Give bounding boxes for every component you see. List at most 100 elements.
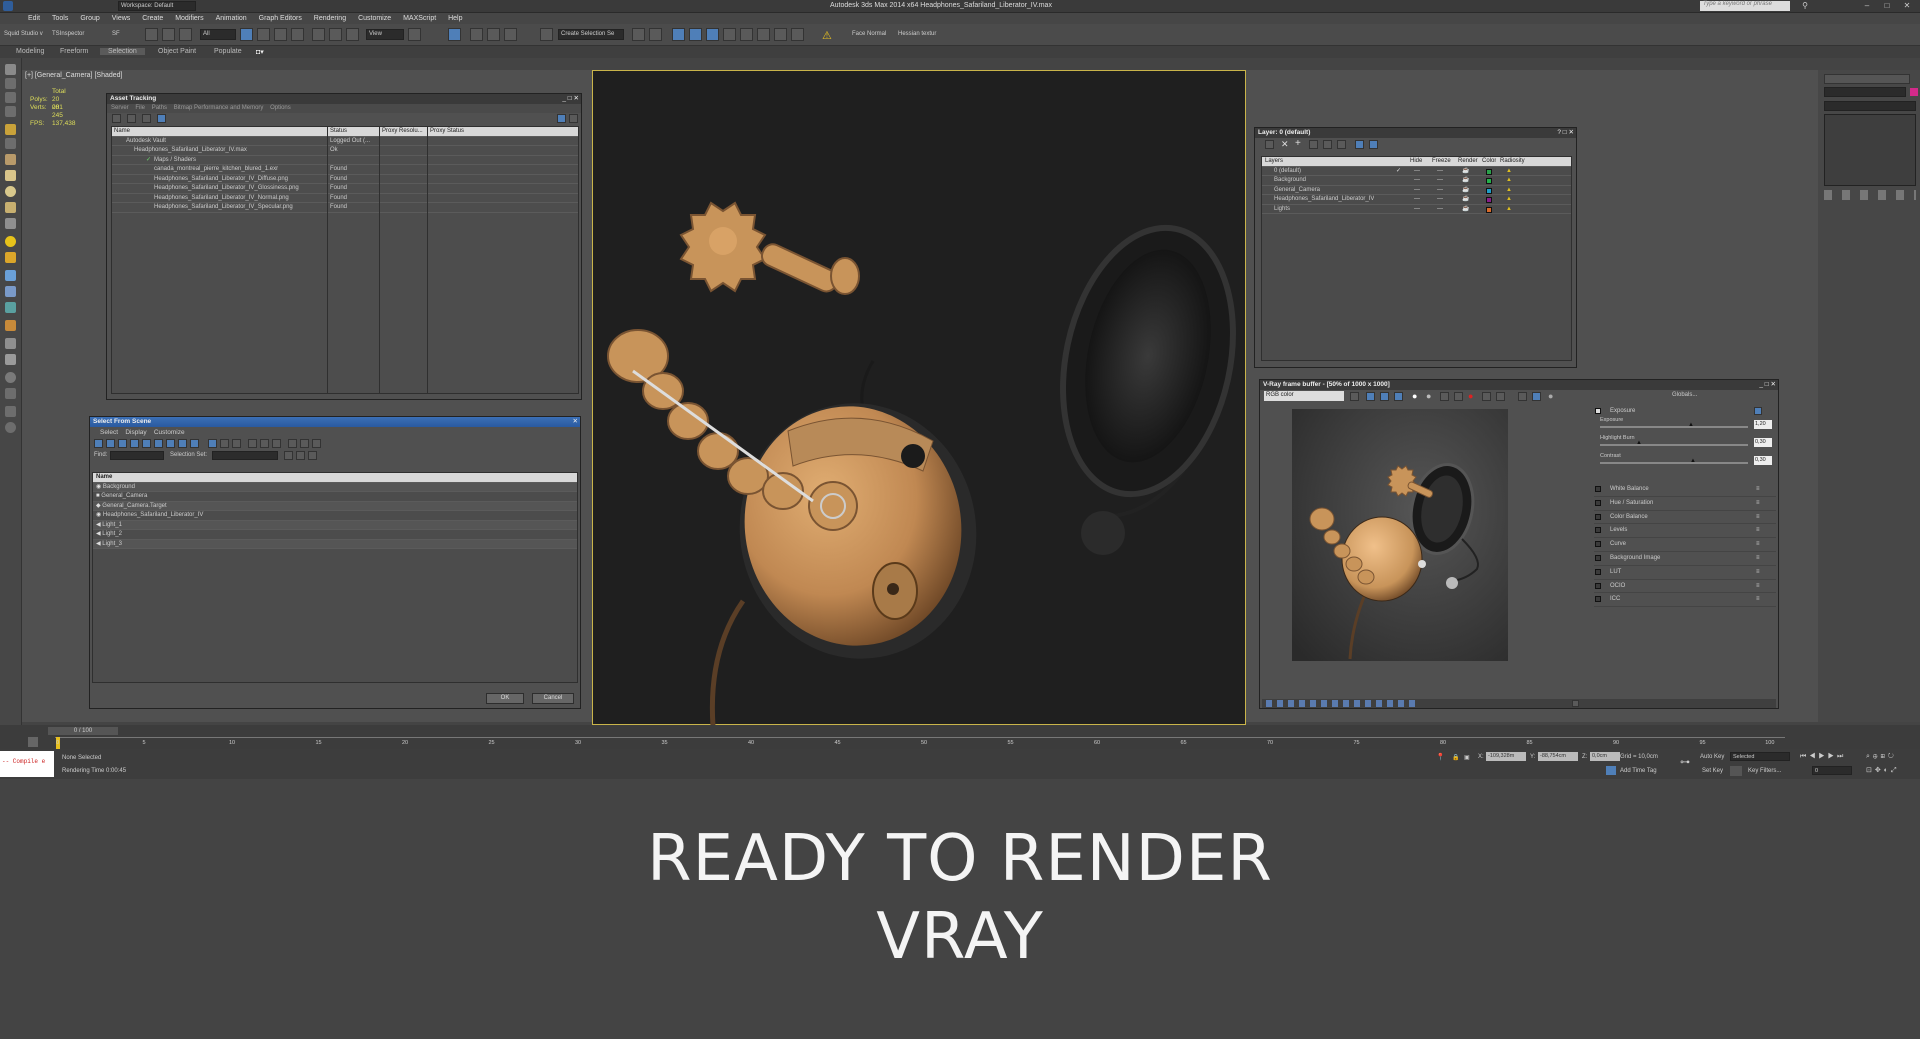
layers-icon[interactable] xyxy=(5,406,16,417)
selection-filter-dropdown[interactable]: All xyxy=(200,29,236,40)
help-icon[interactable] xyxy=(557,114,566,123)
correction-checkbox[interactable] xyxy=(1595,582,1601,589)
maxscript-listener[interactable]: -- Compile e xyxy=(0,751,54,777)
filter-groups-icon[interactable] xyxy=(166,439,175,448)
load-icon[interactable] xyxy=(1454,392,1463,401)
display-panel-icon[interactable] xyxy=(5,124,16,135)
utilities-panel-icon[interactable] xyxy=(5,138,16,149)
correction-checkbox[interactable] xyxy=(1595,527,1601,534)
cone-icon[interactable] xyxy=(5,218,16,229)
history-icon[interactable]: ● xyxy=(1548,391,1553,401)
radiosity-icon[interactable]: ▲ xyxy=(1506,186,1512,195)
freeze-toggle[interactable]: — xyxy=(1437,167,1443,176)
table-row[interactable]: Headphones_Safariland_Liberator_IV.max Ok xyxy=(112,146,578,156)
correction-checkbox[interactable] xyxy=(1595,554,1601,561)
col-radiosity[interactable]: Radiosity xyxy=(1500,157,1525,166)
filter-cameras-icon[interactable] xyxy=(130,439,139,448)
freeze-toggle[interactable]: — xyxy=(1437,186,1443,195)
object-color-swatch[interactable] xyxy=(1910,88,1918,96)
list-item[interactable]: ◆ General_Camera.Target xyxy=(93,501,577,511)
menu-customize[interactable]: Customize xyxy=(358,13,391,24)
radiosity-icon[interactable]: ▲ xyxy=(1506,176,1512,185)
col-proxy-resolution[interactable]: Proxy Resolu... xyxy=(382,127,423,136)
highlight-burn-value-input[interactable]: 0,30 xyxy=(1754,438,1772,447)
render-teapot-icon[interactable]: ☕ xyxy=(1462,176,1469,185)
red-channel-icon[interactable] xyxy=(1366,392,1375,401)
scroll-lock-icon[interactable] xyxy=(1572,700,1579,707)
select-all-icon[interactable] xyxy=(260,439,269,448)
slider-thumb-icon[interactable]: ▲ xyxy=(1690,458,1696,464)
filter-shapes-icon[interactable] xyxy=(106,439,115,448)
new-layer-icon[interactable]: + xyxy=(1295,138,1301,149)
table-row[interactable]: ✓ Maps / Shaders xyxy=(112,156,578,165)
close-icon[interactable]: ✕ xyxy=(573,417,578,427)
time-tag-icon[interactable] xyxy=(1606,766,1616,775)
delete-set-icon[interactable] xyxy=(308,451,317,460)
slider-thumb-icon[interactable]: ▲ xyxy=(1688,422,1694,428)
select-from-scene-window[interactable]: Select From Scene ✕ Select Display Custom… xyxy=(89,416,581,709)
tab-populate[interactable]: Populate xyxy=(214,48,242,55)
material-editor-icon[interactable] xyxy=(740,28,753,41)
squid-studio-label[interactable]: Squid Studio v xyxy=(4,31,43,37)
alpha-channel-icon[interactable]: ● xyxy=(1412,391,1417,401)
radiosity-icon[interactable]: ▲ xyxy=(1506,195,1512,204)
contrast-value-input[interactable]: 0,30 xyxy=(1754,456,1772,465)
filter-invert-icon[interactable] xyxy=(232,439,241,448)
list-item[interactable]: ■ General_Camera xyxy=(93,492,577,502)
freeze-toggle[interactable]: — xyxy=(1437,176,1443,185)
geometry-icon[interactable] xyxy=(5,154,16,165)
color-correction-icon[interactable] xyxy=(1532,392,1541,401)
sun-icon[interactable] xyxy=(5,252,16,263)
window-controls-icon[interactable]: _ □ ✕ xyxy=(562,94,579,104)
menu-maxscript[interactable]: MAXScript xyxy=(403,13,436,24)
list-item[interactable]: ◉ Background xyxy=(93,482,577,492)
schematic-view-icon[interactable] xyxy=(723,28,736,41)
correction-background-image[interactable]: Background Image ≡ xyxy=(1594,552,1776,566)
radiosity-icon[interactable]: ▲ xyxy=(1506,205,1512,214)
correction-levels[interactable]: Levels ≡ xyxy=(1594,524,1776,539)
playback-controls[interactable]: ⏮◀▶▶⏭ xyxy=(1800,753,1846,761)
teapot-icon[interactable] xyxy=(5,372,16,383)
angle-snap-icon[interactable] xyxy=(470,28,483,41)
z-coord-input[interactable]: 0,0cm xyxy=(1590,752,1620,761)
stop-render-icon[interactable]: ● xyxy=(1468,391,1473,401)
table-row[interactable]: Headphones_Safariland_Liberator_IV_Diffu… xyxy=(112,175,578,184)
spinner-snap-icon[interactable] xyxy=(504,28,517,41)
expand-icon[interactable]: ≡ xyxy=(1756,526,1760,535)
list-header-name[interactable]: Name xyxy=(93,473,577,483)
align-icon[interactable] xyxy=(649,28,662,41)
correction-checkbox[interactable] xyxy=(1595,596,1601,603)
render-setup-icon[interactable] xyxy=(757,28,770,41)
filter-spacewarps-icon[interactable] xyxy=(154,439,163,448)
layer-color-swatch[interactable] xyxy=(1486,178,1492,184)
correction-checkbox[interactable] xyxy=(1595,486,1601,492)
shapes-icon[interactable] xyxy=(5,338,16,349)
menu-file[interactable]: File xyxy=(135,105,145,111)
list-icon[interactable] xyxy=(127,114,136,123)
correction-icc[interactable]: ICC ≡ xyxy=(1594,593,1776,608)
freeze-all-icon[interactable] xyxy=(1355,140,1364,149)
expand-icon[interactable]: ≡ xyxy=(1756,485,1760,494)
menu-animation[interactable]: Animation xyxy=(216,13,247,24)
layer-row[interactable]: 0 (default) ✓ — — ☕ ▲ xyxy=(1262,167,1571,176)
app-logo-icon[interactable] xyxy=(3,1,13,11)
face-normal-button[interactable]: Face Normal xyxy=(852,31,886,37)
menu-help[interactable]: Help xyxy=(448,13,462,24)
help-icon[interactable] xyxy=(5,422,16,433)
hierarchy-panel-icon[interactable] xyxy=(5,92,16,103)
modifier-stack-buttons[interactable] xyxy=(1824,190,1916,200)
sf-label[interactable]: SF xyxy=(112,31,120,37)
layer-settings-icon[interactable] xyxy=(1265,140,1274,149)
set-key-icon[interactable] xyxy=(1730,766,1742,776)
expand-icon[interactable]: ≡ xyxy=(1756,513,1760,522)
selection-set-dropdown[interactable] xyxy=(212,451,278,460)
hide-toggle[interactable]: — xyxy=(1414,195,1420,204)
freeze-toggle[interactable]: — xyxy=(1437,205,1443,214)
menu-views[interactable]: Views xyxy=(112,13,131,24)
systems-icon[interactable] xyxy=(5,320,16,331)
select-object-icon[interactable] xyxy=(240,28,253,41)
tree-icon[interactable] xyxy=(142,114,151,123)
menu-options[interactable]: Options xyxy=(270,105,291,111)
table-view-icon[interactable] xyxy=(157,114,166,123)
menu-modifiers[interactable]: Modifiers xyxy=(175,13,203,24)
